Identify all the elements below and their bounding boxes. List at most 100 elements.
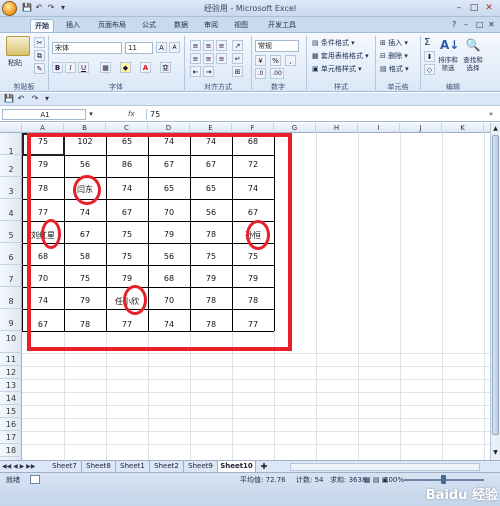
borders-icon[interactable]: ▦ — [100, 62, 111, 73]
number-format-select[interactable]: 常规 — [255, 40, 299, 52]
column-header[interactable]: B — [64, 123, 106, 133]
tab-insert[interactable]: 插入 — [62, 19, 84, 32]
scroll-up-icon[interactable]: ▲ — [492, 125, 499, 133]
row-header[interactable]: 8 — [0, 287, 22, 309]
minimize-icon[interactable]: – — [452, 2, 466, 14]
align-bottom-icon[interactable]: ≡ — [216, 40, 227, 51]
ribbon-restore-icon[interactable]: □ — [476, 20, 484, 30]
sort-filter-button[interactable]: 排序和 筛选 — [436, 56, 460, 72]
row-header[interactable]: 14 — [0, 392, 22, 405]
wrap-text-icon[interactable]: ↵ — [232, 53, 243, 64]
undo-icon[interactable]: ↶ — [34, 3, 44, 13]
office-button[interactable] — [2, 1, 17, 16]
fill-icon[interactable]: ⬇ — [424, 51, 435, 62]
underline-button[interactable]: U — [78, 62, 89, 73]
close-icon[interactable]: ✕ — [482, 2, 496, 14]
font-color-button[interactable]: A — [140, 62, 151, 73]
paste-button[interactable]: 粘贴 — [8, 58, 32, 68]
comma-button[interactable]: , — [285, 55, 296, 66]
row-header[interactable]: 7 — [0, 265, 22, 287]
sheet-tab[interactable]: Sheet9 — [184, 461, 218, 472]
tab-view[interactable]: 视图 — [230, 19, 252, 32]
tab-developer[interactable]: 开发工具 — [262, 19, 302, 32]
delete-cells-button[interactable]: ⊟ 删除 ▾ — [380, 51, 408, 61]
column-header[interactable]: C — [106, 123, 148, 133]
tab-data[interactable]: 数据 — [170, 19, 192, 32]
format-as-table-button[interactable]: ▦ 套用表格格式 ▾ — [312, 51, 369, 61]
align-right-icon[interactable]: ≡ — [216, 53, 227, 64]
grow-font-icon[interactable]: A — [156, 42, 167, 53]
percent-button[interactable]: % — [270, 55, 281, 66]
column-header[interactable]: G — [274, 123, 316, 133]
cell-styles-button[interactable]: ▣ 单元格样式 ▾ — [312, 64, 362, 74]
increase-decimal-button[interactable]: .0 — [255, 68, 266, 79]
clear-icon[interactable]: ◇ — [424, 64, 435, 75]
row-header[interactable]: 4 — [0, 199, 22, 221]
row-header[interactable]: 12 — [0, 366, 22, 379]
redo-icon[interactable]: ↷ — [30, 94, 40, 104]
align-left-icon[interactable]: ≡ — [190, 53, 201, 64]
formula-input[interactable]: 75 — [146, 109, 476, 120]
row-header[interactable]: 16 — [0, 418, 22, 431]
zoom-level[interactable]: 100% — [384, 475, 404, 485]
row-header[interactable]: 11 — [0, 353, 22, 366]
help-icon[interactable]: ? — [452, 20, 456, 30]
decrease-decimal-button[interactable]: .00 — [270, 68, 284, 79]
row-header[interactable]: 10 — [0, 331, 22, 353]
sheet-tab[interactable]: Sheet8 — [82, 461, 116, 472]
autosum-button[interactable]: Σ — [424, 38, 430, 48]
customize-icon[interactable]: ▾ — [58, 3, 68, 13]
row-header[interactable]: 18 — [0, 444, 22, 457]
sheet-tab[interactable]: Sheet7 — [48, 461, 82, 472]
macro-record-icon[interactable] — [30, 475, 40, 484]
tab-page-layout[interactable]: 页面布局 — [92, 19, 132, 32]
column-header[interactable]: H — [316, 123, 358, 133]
merge-center-icon[interactable]: ⊞ — [232, 66, 243, 77]
vertical-scrollbar[interactable]: ▲ ▼ — [490, 123, 500, 460]
tab-home[interactable]: 开始 — [30, 19, 54, 32]
insert-function-icon[interactable]: fx — [128, 109, 142, 120]
column-header[interactable]: K — [442, 123, 484, 133]
expand-formula-icon[interactable]: » — [486, 109, 496, 120]
undo-icon[interactable]: ↶ — [16, 94, 26, 104]
row-header[interactable]: 5 — [0, 221, 22, 243]
maximize-icon[interactable]: □ — [467, 2, 481, 14]
align-middle-icon[interactable]: ≡ — [203, 40, 214, 51]
row-header[interactable]: 6 — [0, 243, 22, 265]
scrollbar-thumb[interactable] — [492, 135, 499, 435]
select-all-corner[interactable] — [0, 123, 22, 133]
row-header[interactable]: 2 — [0, 155, 22, 177]
horizontal-scrollbar[interactable] — [290, 463, 480, 471]
decrease-indent-icon[interactable]: ⇤ — [190, 66, 201, 77]
row-header[interactable]: 3 — [0, 177, 22, 199]
format-painter-icon[interactable]: ✎ — [34, 63, 45, 74]
orientation-icon[interactable]: ↗ — [232, 40, 243, 51]
column-header[interactable]: J — [400, 123, 442, 133]
row-header[interactable]: 1 — [0, 133, 22, 156]
column-header[interactable]: F — [232, 123, 274, 133]
find-select-button[interactable]: 查找和 选择 — [461, 56, 485, 72]
column-header[interactable]: A — [22, 123, 64, 133]
font-name-select[interactable]: 宋体 — [52, 42, 122, 54]
zoom-slider-thumb[interactable] — [441, 475, 446, 484]
tab-formulas[interactable]: 公式 — [138, 19, 160, 32]
font-size-select[interactable]: 11 — [125, 42, 153, 54]
sort-filter-icon[interactable]: A↓ — [440, 37, 459, 53]
sheet-tab[interactable]: Sheet1 — [116, 461, 150, 472]
shrink-font-icon[interactable]: A — [169, 42, 180, 53]
redo-icon[interactable]: ↷ — [46, 3, 56, 13]
cut-icon[interactable]: ✂ — [34, 37, 45, 48]
align-top-icon[interactable]: ≡ — [190, 40, 201, 51]
format-cells-button[interactable]: ▤ 格式 ▾ — [380, 64, 409, 74]
sheet-nav-icon[interactable]: ◀◀ ◀ ▶ ▶▶ — [2, 462, 46, 472]
conditional-format-button[interactable]: ▤ 条件格式 ▾ — [312, 38, 355, 48]
column-header[interactable]: D — [148, 123, 190, 133]
workbook-close-icon[interactable]: ✕ — [488, 20, 495, 30]
name-box[interactable]: A1 — [2, 109, 86, 120]
row-header[interactable]: 13 — [0, 379, 22, 392]
increase-indent-icon[interactable]: ⇥ — [203, 66, 214, 77]
insert-sheet-icon[interactable]: ✚ — [258, 462, 270, 472]
fill-color-icon[interactable]: ◆ — [120, 62, 131, 73]
sheet-tab[interactable]: Sheet2 — [150, 461, 184, 472]
row-header[interactable]: 9 — [0, 309, 22, 331]
